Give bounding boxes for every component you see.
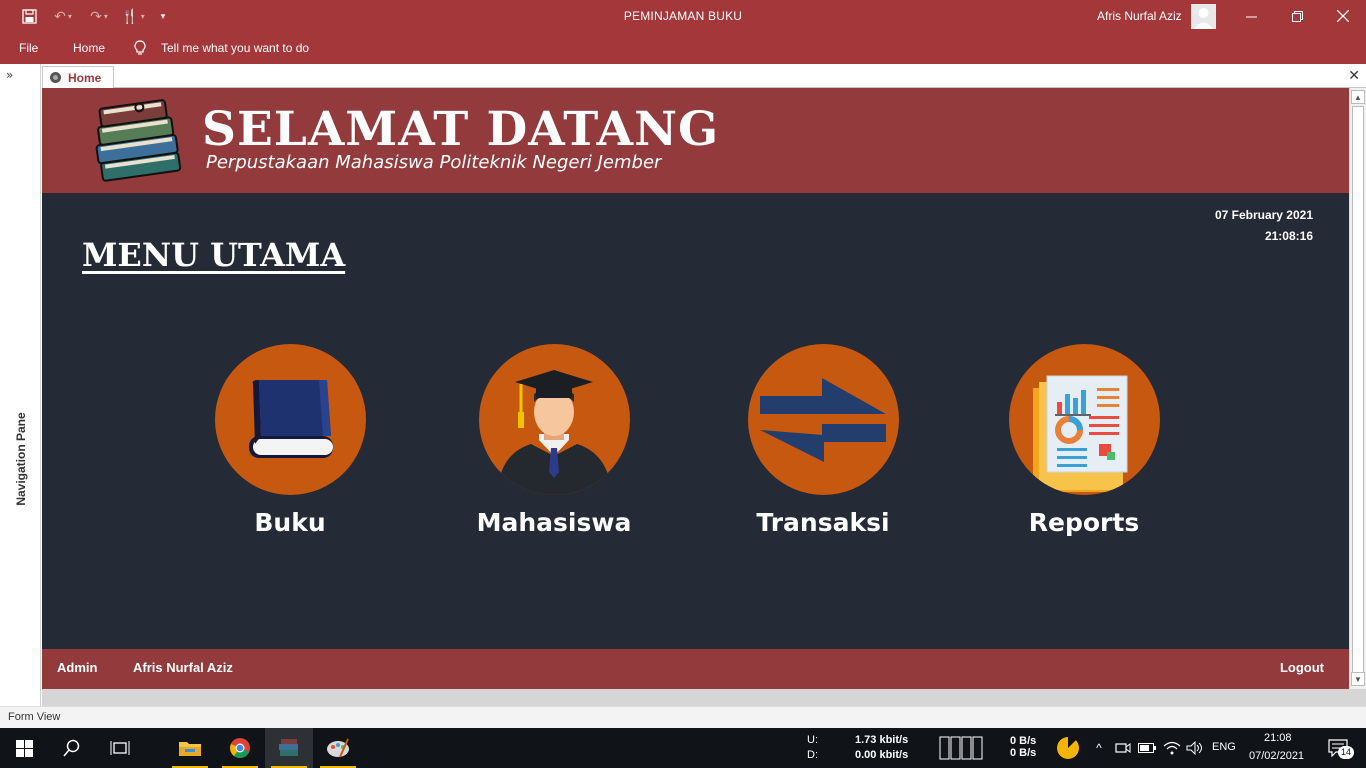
user-name: Afris Nurfal Aziz — [133, 660, 233, 675]
menu-item-transaksi[interactable]: Transaksi — [728, 344, 918, 544]
upload-speed: 1.73 kbit/s — [855, 734, 909, 746]
form-icon — [50, 72, 61, 83]
notification-badge: 14 — [1338, 746, 1355, 759]
avatar[interactable] — [1191, 4, 1216, 29]
scroll-down-arrow-icon[interactable]: ▼ — [1351, 672, 1365, 686]
menu-title: MENU UTAMA — [82, 236, 346, 274]
tab-home-label: Home — [68, 70, 102, 85]
status-bar: Form View — [0, 706, 1366, 728]
welcome-title: SELAMAT DATANG — [202, 102, 720, 157]
account-name[interactable]: Afris Nurfal Aziz — [1097, 0, 1182, 32]
scroll-up-arrow-icon[interactable]: ▲ — [1351, 90, 1365, 104]
exchange-arrows-icon — [760, 378, 886, 462]
menu-item-mahasiswa[interactable]: Mahasiswa — [459, 344, 649, 544]
close-button[interactable] — [1320, 0, 1366, 32]
form-footer: Admin Afris Nurfal Aziz Logout — [42, 649, 1349, 689]
minimize-button[interactable] — [1228, 0, 1274, 32]
vertical-scrollbar[interactable]: ▲ ▼ — [1349, 88, 1366, 689]
graduate-icon — [497, 370, 612, 495]
tab-home[interactable]: Home — [73, 32, 105, 64]
menu-label[interactable]: Transaksi — [728, 508, 918, 537]
menu-circle[interactable] — [479, 344, 630, 495]
menu-circle[interactable] — [215, 344, 366, 495]
menu-item-buku[interactable]: Buku — [195, 344, 385, 544]
menu-circle[interactable] — [1009, 344, 1160, 495]
book-icon — [249, 380, 333, 458]
redo-icon[interactable]: ↷ ▾ — [84, 0, 114, 32]
scroll-thumb[interactable] — [1352, 106, 1364, 680]
notification-center-icon[interactable]: 14 — [1318, 728, 1358, 768]
download-speed: 0.00 kbit/s — [855, 749, 909, 761]
file-explorer-icon[interactable] — [166, 728, 214, 768]
report-icon — [1033, 375, 1128, 492]
access-app-icon[interactable] — [265, 728, 313, 768]
clock-time[interactable]: 21:08 — [1264, 732, 1292, 744]
clock-date[interactable]: 07/02/2021 — [1249, 750, 1304, 762]
current-time: 21:08:16 — [1264, 229, 1313, 243]
cpu-meter-icon — [938, 728, 984, 768]
windows-start-icon[interactable] — [0, 728, 48, 768]
paint-app-icon[interactable] — [314, 728, 362, 768]
tab-home-form[interactable]: Home — [42, 66, 114, 88]
lightbulb-icon[interactable] — [133, 32, 147, 64]
show-hidden-icons-icon[interactable]: ^ — [1090, 728, 1108, 768]
menu-label[interactable]: Buku — [195, 508, 385, 537]
form-bottom-area — [42, 689, 1366, 706]
search-icon[interactable] — [48, 728, 96, 768]
menu-label[interactable]: Mahasiswa — [459, 508, 649, 537]
meet-now-icon[interactable] — [1112, 728, 1134, 768]
menu-label[interactable]: Reports — [989, 508, 1179, 537]
customize-quick-access-icon[interactable]: ▾ — [155, 0, 171, 32]
view-mode-label: Form View — [8, 711, 61, 723]
form-header: SELAMAT DATANG Perpustakaan Mahasiswa Po… — [42, 88, 1349, 193]
disk-write: 0 B/s — [1010, 747, 1037, 759]
task-view-icon[interactable] — [96, 728, 144, 768]
menu-item-reports[interactable]: Reports — [989, 344, 1179, 544]
battery-icon[interactable] — [1136, 728, 1158, 768]
upload-label: U: — [807, 734, 818, 746]
home-form: SELAMAT DATANG Perpustakaan Mahasiswa Po… — [42, 88, 1349, 689]
navigation-pane-label[interactable]: Navigation Pane — [14, 412, 28, 505]
taskbar: U: D: 1.73 kbit/s 0.00 kbit/s 0 B/s 0 B/… — [0, 728, 1366, 768]
expand-chevron-icon[interactable]: » — [6, 68, 13, 82]
ribbon-tabs: File Home Tell me what you want to do — [0, 32, 1366, 64]
save-icon[interactable] — [18, 0, 40, 32]
wifi-icon[interactable] — [1160, 728, 1184, 768]
restore-button[interactable] — [1274, 0, 1320, 32]
tools-icon[interactable]: 🍴 ▾ — [118, 0, 148, 32]
title-bar: ↶ ▾ ↷ ▾ 🍴 ▾ ▾ PEMINJAMAN BUKU Afris Nurfal … — [0, 0, 1366, 32]
tab-file[interactable]: File — [19, 32, 38, 64]
document-tab-strip: Home ✕ — [42, 64, 1366, 88]
navigation-pane[interactable]: » Navigation Pane — [0, 64, 41, 706]
download-label: D: — [807, 749, 818, 761]
chrome-icon[interactable] — [216, 728, 264, 768]
language-indicator[interactable]: ENG — [1212, 741, 1236, 753]
current-date: 07 February 2021 — [1214, 208, 1313, 222]
pie-meter-icon — [1055, 728, 1081, 768]
books-logo-icon — [95, 99, 182, 182]
volume-icon[interactable] — [1184, 728, 1206, 768]
logout-button[interactable]: Logout — [1280, 649, 1324, 689]
user-role: Admin — [57, 660, 98, 675]
menu-circle[interactable] — [748, 344, 899, 495]
close-tab-icon[interactable]: ✕ — [1348, 67, 1360, 84]
tell-me-search[interactable]: Tell me what you want to do — [161, 32, 309, 64]
undo-icon[interactable]: ↶ ▾ — [48, 0, 78, 32]
disk-read: 0 B/s — [1010, 735, 1037, 747]
welcome-subtitle: Perpustakaan Mahasiswa Politeknik Negeri… — [206, 152, 662, 173]
